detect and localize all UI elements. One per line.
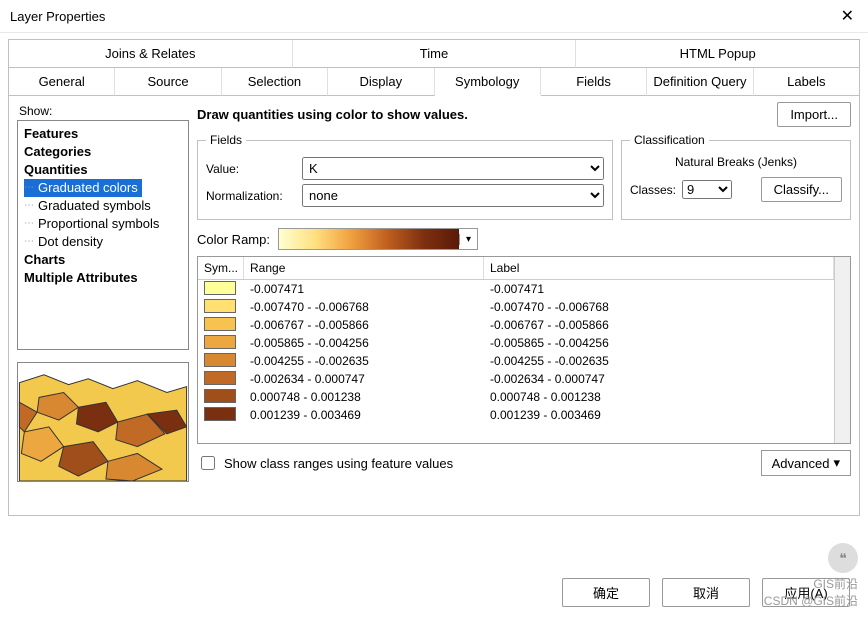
- label-cell[interactable]: -0.006767 - -0.005866: [484, 318, 834, 332]
- classification-group: Classification Natural Breaks (Jenks) Cl…: [621, 133, 851, 220]
- tab-html-popup[interactable]: HTML Popup: [576, 40, 859, 68]
- normalization-select[interactable]: none: [302, 184, 604, 207]
- tree-features[interactable]: Features: [24, 125, 182, 143]
- color-ramp-label: Color Ramp:: [197, 232, 270, 247]
- tree-categories[interactable]: Categories: [24, 143, 182, 161]
- import-button[interactable]: Import...: [777, 102, 851, 127]
- normalization-label: Normalization:: [206, 189, 296, 203]
- range-cell[interactable]: 0.001239 - 0.003469: [244, 408, 484, 422]
- fields-legend: Fields: [206, 133, 246, 147]
- range-cell[interactable]: -0.007470 - -0.006768: [244, 300, 484, 314]
- show-label: Show:: [19, 104, 189, 118]
- chevron-down-icon: ▾: [833, 455, 840, 471]
- range-cell[interactable]: -0.002634 - 0.000747: [244, 372, 484, 386]
- tree-proportional-symbols[interactable]: Proportional symbols: [24, 215, 182, 233]
- range-cell[interactable]: 0.000748 - 0.001238: [244, 390, 484, 404]
- tree-dot-density[interactable]: Dot density: [24, 233, 182, 251]
- chat-icon: ❝: [828, 543, 858, 573]
- table-row[interactable]: -0.007470 - -0.006768-0.007470 - -0.0067…: [198, 298, 834, 316]
- tree-graduated-symbols[interactable]: Graduated symbols: [24, 197, 182, 215]
- table-row[interactable]: -0.005865 - -0.004256-0.005865 - -0.0042…: [198, 334, 834, 352]
- col-label[interactable]: Label: [484, 257, 834, 279]
- show-ranges-label: Show class ranges using feature values: [224, 456, 453, 471]
- table-row[interactable]: 0.000748 - 0.0012380.000748 - 0.001238: [198, 388, 834, 406]
- map-preview: [17, 362, 189, 482]
- range-cell[interactable]: -0.006767 - -0.005866: [244, 318, 484, 332]
- label-cell[interactable]: -0.004255 - -0.002635: [484, 354, 834, 368]
- table-row[interactable]: -0.006767 - -0.005866-0.006767 - -0.0058…: [198, 316, 834, 334]
- tab-fields[interactable]: Fields: [541, 68, 647, 96]
- tab-general[interactable]: General: [9, 68, 115, 96]
- tab-source[interactable]: Source: [115, 68, 221, 96]
- color-swatch[interactable]: [204, 317, 236, 331]
- label-cell[interactable]: 0.000748 - 0.001238: [484, 390, 834, 404]
- class-table[interactable]: Sym... Range Label -0.007471-0.007471-0.…: [197, 256, 851, 444]
- color-swatch[interactable]: [204, 389, 236, 403]
- tab-strip: Joins & Relates Time HTML Popup General …: [8, 39, 860, 96]
- show-ranges-input[interactable]: [201, 456, 215, 470]
- table-row[interactable]: 0.001239 - 0.0034690.001239 - 0.003469: [198, 406, 834, 424]
- chevron-down-icon[interactable]: ▾: [459, 234, 477, 245]
- show-ranges-checkbox[interactable]: Show class ranges using feature values: [197, 453, 761, 473]
- advanced-button[interactable]: Advanced ▾: [761, 450, 851, 476]
- tree-graduated-colors[interactable]: Graduated colors: [24, 179, 142, 197]
- tree-quantities[interactable]: Quantities: [24, 161, 182, 179]
- apply-button[interactable]: 应用(A): [762, 578, 850, 607]
- color-swatch[interactable]: [204, 299, 236, 313]
- dialog-footer: 确定 取消 应用(A): [562, 578, 850, 607]
- classify-button[interactable]: Classify...: [761, 177, 842, 202]
- label-cell[interactable]: -0.007471: [484, 282, 834, 296]
- tab-display[interactable]: Display: [328, 68, 434, 96]
- color-swatch[interactable]: [204, 353, 236, 367]
- color-swatch[interactable]: [204, 407, 236, 421]
- scrollbar[interactable]: [834, 257, 850, 443]
- classification-legend: Classification: [630, 133, 709, 147]
- fields-group: Fields Value: K Normalization: none: [197, 133, 613, 220]
- table-row[interactable]: -0.004255 - -0.002635-0.004255 - -0.0026…: [198, 352, 834, 370]
- range-cell[interactable]: -0.007471: [244, 282, 484, 296]
- ok-button[interactable]: 确定: [562, 578, 650, 607]
- value-label: Value:: [206, 162, 296, 176]
- classes-count-select[interactable]: 9: [682, 180, 732, 199]
- range-cell[interactable]: -0.005865 - -0.004256: [244, 336, 484, 350]
- tab-joins-relates[interactable]: Joins & Relates: [9, 40, 293, 68]
- color-swatch[interactable]: [204, 281, 236, 295]
- renderer-tree[interactable]: Features Categories Quantities Graduated…: [17, 120, 189, 350]
- tab-labels[interactable]: Labels: [754, 68, 859, 96]
- color-ramp-select[interactable]: ▾: [278, 228, 478, 250]
- renderer-description: Draw quantities using color to show valu…: [197, 107, 769, 122]
- label-cell[interactable]: 0.001239 - 0.003469: [484, 408, 834, 422]
- tab-time[interactable]: Time: [293, 40, 577, 68]
- title-bar: Layer Properties ✕: [0, 0, 868, 33]
- window-title: Layer Properties: [10, 9, 837, 24]
- tab-selection[interactable]: Selection: [222, 68, 328, 96]
- tree-multiple-attributes[interactable]: Multiple Attributes: [24, 269, 182, 287]
- col-symbol[interactable]: Sym...: [198, 257, 244, 279]
- color-ramp-swatch: [279, 229, 459, 249]
- label-cell[interactable]: -0.002634 - 0.000747: [484, 372, 834, 386]
- classes-label: Classes:: [630, 183, 676, 197]
- tree-charts[interactable]: Charts: [24, 251, 182, 269]
- classification-method: Natural Breaks (Jenks): [630, 155, 842, 169]
- label-cell[interactable]: -0.007470 - -0.006768: [484, 300, 834, 314]
- range-cell[interactable]: -0.004255 - -0.002635: [244, 354, 484, 368]
- value-field-select[interactable]: K: [302, 157, 604, 180]
- table-row[interactable]: -0.002634 - 0.000747-0.002634 - 0.000747: [198, 370, 834, 388]
- close-icon[interactable]: ✕: [837, 6, 858, 26]
- cancel-button[interactable]: 取消: [662, 578, 750, 607]
- col-range[interactable]: Range: [244, 257, 484, 279]
- tab-symbology[interactable]: Symbology: [435, 68, 541, 96]
- table-row[interactable]: -0.007471-0.007471: [198, 280, 834, 298]
- color-swatch[interactable]: [204, 335, 236, 349]
- tab-definition-query[interactable]: Definition Query: [647, 68, 753, 96]
- color-swatch[interactable]: [204, 371, 236, 385]
- label-cell[interactable]: -0.005865 - -0.004256: [484, 336, 834, 350]
